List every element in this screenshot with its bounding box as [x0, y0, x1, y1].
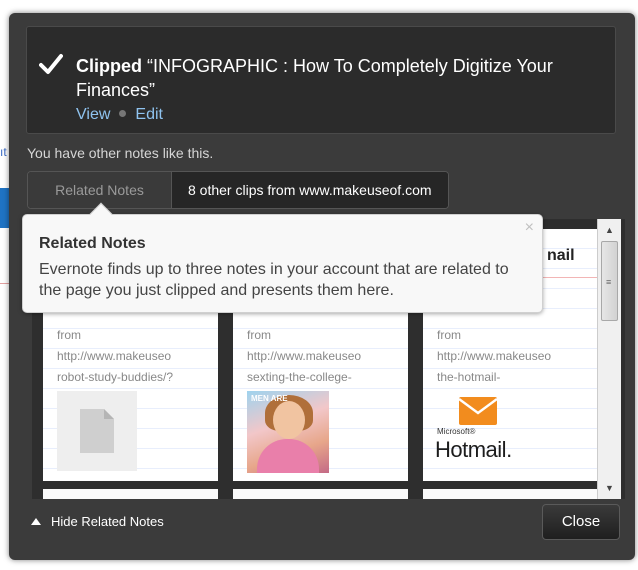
clipped-note-title: “INFOGRAPHIC : How To Completely Digitiz…: [76, 56, 553, 100]
note-from-label: from: [57, 328, 81, 342]
checkmark-icon: [39, 54, 63, 74]
separator-dot: [119, 110, 127, 118]
hotmail-logo: Microsoft® Hotmail.: [435, 395, 527, 469]
photo-figure-body: [257, 439, 319, 473]
note-from-label: from: [247, 328, 271, 342]
next-row-card: [423, 489, 598, 499]
note-thumbnail: [57, 391, 137, 471]
envelope-icon: [459, 397, 497, 425]
tab-other-clips[interactable]: 8 other clips from www.makeuseof.com: [172, 172, 448, 208]
clip-result-popup: Clipped “INFOGRAPHIC : How To Completely…: [9, 13, 635, 560]
related-notes-tooltip: Related Notes Evernote finds up to three…: [22, 202, 543, 313]
clip-actions: View Edit: [76, 106, 163, 124]
next-row-card: [43, 489, 218, 499]
note-url: http://www.makeuseo: [247, 349, 362, 363]
note-from-label: from: [437, 328, 461, 342]
view-link[interactable]: View: [76, 106, 110, 123]
scroll-up-arrow-icon[interactable]: ▲: [598, 221, 621, 239]
document-icon: [80, 409, 114, 453]
note-url: http://www.makeuseo: [57, 349, 172, 363]
background-page-text: ıt: [0, 145, 7, 159]
hotmail-wordmark: Hotmail.: [435, 437, 512, 462]
tooltip-body: Evernote finds up to three notes in your…: [39, 261, 509, 299]
note-url-continued: sexting-the-college-: [247, 370, 352, 384]
scroll-down-arrow-icon[interactable]: ▼: [598, 479, 621, 497]
close-button[interactable]: Close: [542, 504, 620, 540]
tooltip-title: Related Notes: [39, 235, 146, 252]
next-row-card: [233, 489, 408, 499]
photo-figure-face: [273, 401, 305, 439]
note-url-continued: robot-study-buddies/?: [57, 370, 174, 384]
hide-related-notes-toggle[interactable]: Hide Related Notes: [31, 514, 164, 529]
grip-icon: ≡: [606, 277, 612, 287]
microsoft-wordmark: Microsoft®: [437, 427, 476, 436]
hide-related-label: Hide Related Notes: [51, 514, 164, 529]
clipped-title: Clipped “INFOGRAPHIC : How To Completely…: [76, 54, 596, 102]
related-tabs: Related Notes 8 other clips from www.mak…: [27, 171, 449, 209]
close-icon[interactable]: ×: [525, 219, 534, 237]
photo-caption: MEN ARE: [251, 394, 288, 403]
clipped-confirmation: Clipped “INFOGRAPHIC : How To Completely…: [26, 26, 616, 134]
triangle-up-icon: [31, 518, 41, 525]
note-url: http://www.makeuseo: [437, 349, 552, 363]
scrollbar-thumb[interactable]: ≡: [601, 241, 618, 321]
edit-link[interactable]: Edit: [135, 106, 163, 123]
notes-scrollbar[interactable]: ▲ ≡ ▼: [597, 219, 621, 499]
note-title: nail: [547, 247, 575, 264]
clipped-label: Clipped: [76, 56, 142, 76]
other-notes-message: You have other notes like this.: [27, 145, 214, 161]
note-url-continued: the-hotmail-: [437, 370, 501, 384]
note-thumbnail-photo: MEN ARE: [247, 391, 329, 473]
